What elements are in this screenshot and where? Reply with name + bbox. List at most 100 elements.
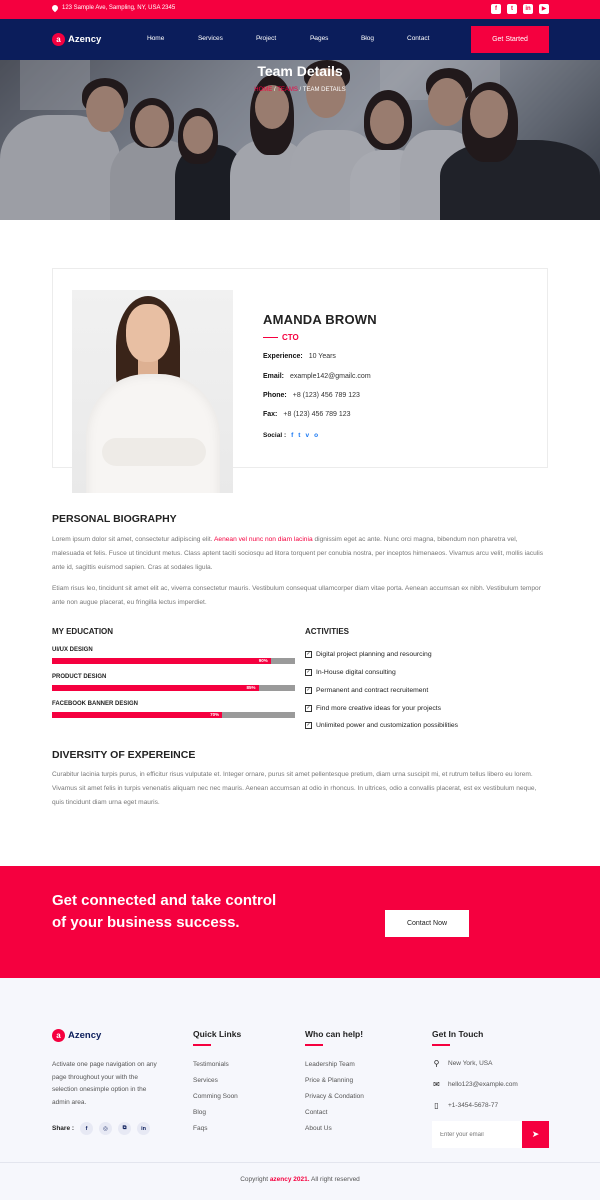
top-address-text: 123 Sample Ave, Sampling, NY, USA 2345: [62, 5, 176, 11]
activity-text: In-House digital consulting: [316, 669, 396, 676]
info-value[interactable]: +8 (123) 456 789 123: [293, 392, 360, 399]
phone-icon: ▯: [434, 1101, 439, 1110]
brand-logo[interactable]: a Azency: [52, 33, 101, 46]
footer-logo[interactable]: a Azency: [52, 1029, 101, 1042]
skill-label: FACEBOOK BANNER DESIGN: [52, 701, 139, 707]
info-label: Phone:: [263, 392, 287, 399]
info-experience: Experience: 10 Years: [263, 353, 336, 360]
top-address: 123 Sample Ave, Sampling, NY, USA 2345: [50, 3, 176, 13]
breadcrumb-home[interactable]: HOME: [254, 87, 272, 93]
profile-role: CTO: [263, 333, 299, 342]
contact-phone-text[interactable]: +1-3454-5678-77: [448, 1102, 498, 1109]
facebook-icon[interactable]: f: [491, 4, 501, 14]
education-title: MY EDUCATION: [52, 627, 114, 636]
title-underline: [305, 1044, 323, 1046]
location-pin-icon: ⚲: [433, 1059, 440, 1068]
skill-percent: 70%: [210, 712, 220, 717]
activity-item: ✓ Unlimited power and customization possi…: [305, 722, 458, 729]
footer-link-about[interactable]: About Us: [305, 1125, 332, 1132]
get-started-button[interactable]: Get Started: [471, 26, 549, 53]
bio-highlight: Aenean vel nunc non diam lacinia: [214, 536, 313, 543]
vimeo-icon[interactable]: v: [305, 432, 309, 439]
instagram-icon[interactable]: o: [314, 432, 318, 439]
info-phone: Phone: +8 (123) 456 789 123: [263, 392, 360, 399]
breadcrumb-separator: /: [273, 87, 276, 93]
top-social-links: f t in ▶: [491, 4, 549, 14]
linkedin-icon[interactable]: in: [523, 4, 533, 14]
bio-text: Lorem ipsum dolor sit amet, consectetur …: [52, 536, 214, 543]
brand-mark: a: [52, 1029, 65, 1042]
diversity-paragraph: Curabitur lacinia turpis purus, in effic…: [52, 771, 537, 806]
mail-icon: ✉: [433, 1080, 440, 1089]
footer-link-testimonials[interactable]: Testimonials: [193, 1061, 229, 1068]
profile-social: Social : f t v o: [263, 432, 318, 439]
activity-text: Digital project planning and resourcing: [316, 651, 432, 658]
twitter-icon[interactable]: t: [298, 432, 300, 439]
chevron-down-icon: ⌄: [363, 35, 368, 41]
skill-percent: 85%: [246, 685, 256, 690]
contact-phone: ▯ +1-3454-5678-77: [432, 1101, 498, 1110]
quick-links-title: Quick Links: [193, 1029, 242, 1039]
footer-link-coming-soon[interactable]: Comming Soon: [193, 1093, 238, 1100]
footer-link-privacy[interactable]: Privacy & Condation: [305, 1093, 364, 1100]
footer-link-services[interactable]: Services: [193, 1077, 218, 1084]
activity-item: ✓ Digital project planning and resourcing: [305, 651, 432, 658]
chevron-down-icon: ⌄: [149, 35, 154, 41]
skill-label: UI/UX DESIGN: [52, 647, 93, 653]
dribbble-icon[interactable]: ◎: [99, 1122, 113, 1135]
contact-address: ⚲ New York, USA: [432, 1059, 493, 1068]
skype-icon[interactable]: ⧉: [118, 1122, 132, 1135]
chevron-down-icon: ⌄: [200, 35, 205, 41]
info-value[interactable]: example142@gmailc.com: [290, 373, 371, 380]
activity-item: ✓ Permanent and contract recruitement: [305, 687, 428, 694]
skill-bar: 85%: [52, 685, 295, 691]
profile-role-text: CTO: [282, 333, 299, 342]
profile-photo: [72, 290, 233, 493]
copyright: Copyright azency 2021. All right reserve…: [0, 1176, 600, 1183]
twitter-icon[interactable]: t: [507, 4, 517, 14]
get-in-touch-title: Get In Touch: [432, 1029, 484, 1039]
location-pin-icon: [50, 3, 60, 13]
skill-fill: [52, 712, 223, 718]
info-label: Experience:: [263, 353, 303, 360]
linkedin-icon[interactable]: in: [137, 1122, 151, 1135]
footer-link-faqs[interactable]: Faqs: [193, 1125, 207, 1132]
checkbox-icon: ✓: [305, 705, 312, 712]
activity-item: ✓ Find more creative ideas for your proje…: [305, 705, 441, 712]
social-label: Social :: [263, 432, 287, 439]
facebook-icon[interactable]: f: [80, 1122, 94, 1135]
brand-name: Azency: [68, 1030, 102, 1041]
newsletter-email-input[interactable]: [432, 1121, 522, 1148]
footer-link-leadership[interactable]: Leadership Team: [305, 1061, 355, 1068]
breadcrumb-current: TEAM DETAILS: [302, 87, 346, 93]
copyright-text: All right reserved: [309, 1176, 360, 1183]
footer-link-blog[interactable]: Blog: [193, 1109, 206, 1116]
copyright-text: Copyright: [240, 1176, 270, 1183]
breadcrumb-separator: /: [299, 87, 302, 93]
breadcrumb-teams[interactable]: TEAMS: [277, 87, 298, 93]
contact-email-text[interactable]: hello123@example.com: [448, 1081, 518, 1088]
checkbox-icon: ✓: [305, 722, 312, 729]
send-icon[interactable]: ➤: [522, 1121, 549, 1148]
brand-mark: a: [52, 33, 65, 46]
nav-item-contact[interactable]: Contact: [407, 35, 429, 42]
facebook-icon[interactable]: f: [291, 432, 293, 439]
activity-text: Unlimited power and customization possib…: [316, 722, 459, 729]
skill-percent: 90%: [258, 658, 268, 663]
skill-bar: 90%: [52, 658, 295, 664]
contact-address-text: New York, USA: [448, 1060, 493, 1067]
skill-fill: [52, 685, 259, 691]
who-can-help-title: Who can help!: [305, 1029, 364, 1039]
footer-link-pricing[interactable]: Price & Planning: [305, 1077, 353, 1084]
copyright-brand[interactable]: azency 2021.: [270, 1176, 310, 1183]
main-navbar: a Azency Home ⌄ Services ⌄ Project ⌄ Pages ⌄…: [0, 19, 600, 60]
hero-overlay: [0, 60, 600, 220]
footer-link-contact[interactable]: Contact: [305, 1109, 327, 1116]
profile-name: AMANDA BROWN: [263, 312, 377, 327]
activities-title: ACTIVITIES: [305, 627, 350, 636]
skill-bar: 70%: [52, 712, 295, 718]
checkbox-icon: ✓: [305, 687, 312, 694]
contact-now-button[interactable]: Contact Now: [385, 910, 469, 937]
youtube-icon[interactable]: ▶: [539, 4, 549, 14]
title-underline: [432, 1044, 450, 1046]
